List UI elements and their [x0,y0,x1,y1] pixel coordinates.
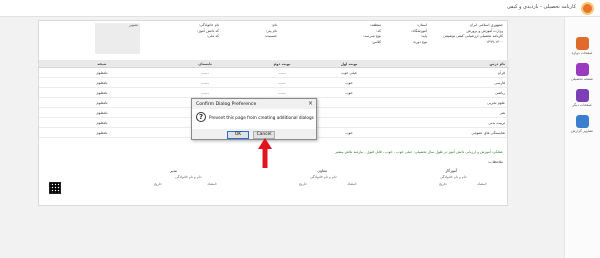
deputy-sign-label: امضاء: [347,182,357,186]
cell-result: نامعلوم [96,80,108,85]
column-header: نتیجه [97,61,107,66]
deputy-name-label: نام و نام خانوادگی: [310,175,337,179]
cell-summer: ------ [201,90,209,95]
cell-term1: خوب [345,80,353,85]
cell-term2: ------ [278,80,286,85]
region-line: نوع دوره: [412,39,427,44]
period-info: منطقه: کد: نوع مدرسه: کلاس: [336,23,381,55]
cell-result: نامعلوم [96,110,108,115]
cell-subject: هنر [500,110,505,115]
red-arrow-up-icon [258,138,272,168]
gov-line: کارنامه تحصیلی ارزشیابی کیفی توصیفی [443,34,503,39]
cell-subject: قرآن [497,70,505,75]
gov-line: ۱۳۹۹-۱۴۰۰ [486,39,503,44]
sidebar-item-label: تصاویر گزارش [571,129,593,133]
student-info-2: نام خانوادگی: کد دانش آموز: کد ملی: [159,23,219,55]
qr-code-icon [49,182,61,194]
column-header: نام درس [489,61,505,66]
table-row: قرآن خیلی خوب ------ ------ نامعلوم [39,68,509,78]
cell-term1 [319,118,379,127]
evaluation-legend: عملکرد آموزش و ارزیابی دانش آموز در طول … [335,150,503,154]
page-title: کارنامه تحصیلی - بازدیدی و کیفی [506,4,576,10]
sidebar-item-study[interactable]: صفحه تحصیلی [564,63,600,81]
table-header: نام درس نوبت اول نوبت دوم تابستان نتیجه [39,60,509,68]
books-icon [575,63,589,76]
photo-label: تصویر [129,23,138,27]
table-row: فارسی خوب ------ ------ نامعلوم [39,78,509,88]
column-header: تابستان [198,61,212,66]
report-card-header: جمهوری اسلامی ایران وزارت آموزش و پرورش … [39,21,509,59]
cell-term2: ------ [278,90,286,95]
cell-result: نامعلوم [96,70,108,75]
top-bar: کارنامه تحصیلی - بازدیدی و کیفی [0,0,600,17]
signature-section: آموزگار نام و نام خانوادگی: تاریخ: امضاء… [38,166,508,206]
cell-term1: خوب [345,90,353,95]
remarks-label: ملاحظات: [488,160,503,164]
close-icon[interactable]: × [308,100,313,107]
sidebar-item-other[interactable]: صفحات دیگر [564,89,600,107]
cell-subject: ریاضی [495,90,505,95]
column-header: نوبت اول [340,61,358,66]
teacher-name-label: نام و نام خانوادگی: [440,175,467,179]
teacher-sign-label: امضاء: [477,182,487,186]
column-header: نوبت دوم [273,61,291,66]
sidebar-item-label: صفحات دوازه [571,51,593,55]
cell-result: نامعلوم [96,130,108,135]
question-icon: ? [196,112,206,122]
teacher-date-label: تاریخ: [439,182,447,186]
cell-subject: شایستگی های عمومی [471,130,505,135]
cell-subject: فارسی [494,80,505,85]
gov-info: جمهوری اسلامی ایران وزارت آموزش و پرورش … [433,23,503,55]
right-sidebar: صفحات دوازه صفحه تحصیلی صفحات دیگر تصاوی… [564,17,600,258]
confirm-dialog: Confirm Dialog Preference × ? Prevent th… [191,98,317,140]
cell-result: نامعلوم [96,100,108,105]
cell-subject: تربیت بدنی [488,120,505,125]
cell-subject: علوم تجربی [487,100,505,105]
cell-term1 [319,98,379,107]
ok-button[interactable]: OK [227,131,249,139]
teacher-title: آموزگار [445,168,457,173]
cell-result: نامعلوم [96,120,108,125]
cell-result: نامعلوم [96,90,108,95]
table-row: ریاضی خوب ------ ------ نامعلوم [39,88,509,98]
sidebar-item-reports[interactable]: تصاویر گزارش [564,115,600,133]
cell-summer: ------ [201,70,209,75]
grid-icon [575,89,589,102]
principal-title: مدیر [169,168,177,173]
report-card: جمهوری اسلامی ایران وزارت آموزش و پرورش … [38,20,509,172]
cell-term1 [319,108,379,117]
dialog-message: Prevent this page from creating addition… [209,115,314,120]
cell-summer: ------ [201,80,209,85]
student-line: کد ملی: [206,34,219,39]
period-line: کلاس: [371,39,381,44]
dialog-body: ? Prevent this page from creating additi… [192,109,316,129]
sidebar-item-home[interactable]: صفحات دوازه [564,37,600,55]
dialog-title: Confirm Dialog Preference [196,102,257,107]
deputy-title: معاون [317,168,327,173]
cell-term2: ------ [278,70,286,75]
principal-name-label: نام و نام خانوادگی: [175,175,202,179]
principal-sign-label: امضاء: [207,182,217,186]
region-info: استان: آموزشگاه: پایه: نوع دوره: [387,23,427,55]
principal-date-label: تاریخ: [154,182,162,186]
student-photo: تصویر [95,23,140,54]
org-seal-icon[interactable] [581,2,594,15]
home-icon [575,37,589,50]
student-line: جنسیت: [264,34,277,39]
sidebar-item-label: صفحه تحصیلی [571,77,593,81]
deputy-date-label: تاریخ: [299,182,307,186]
cell-term1: خیلی خوب [340,70,358,75]
report-icon [575,115,589,128]
student-info: نام: نام پدر: جنسیت: [237,23,277,55]
sidebar-item-label: صفحات دیگر [572,103,592,107]
cell-term1: خوب [345,130,353,135]
